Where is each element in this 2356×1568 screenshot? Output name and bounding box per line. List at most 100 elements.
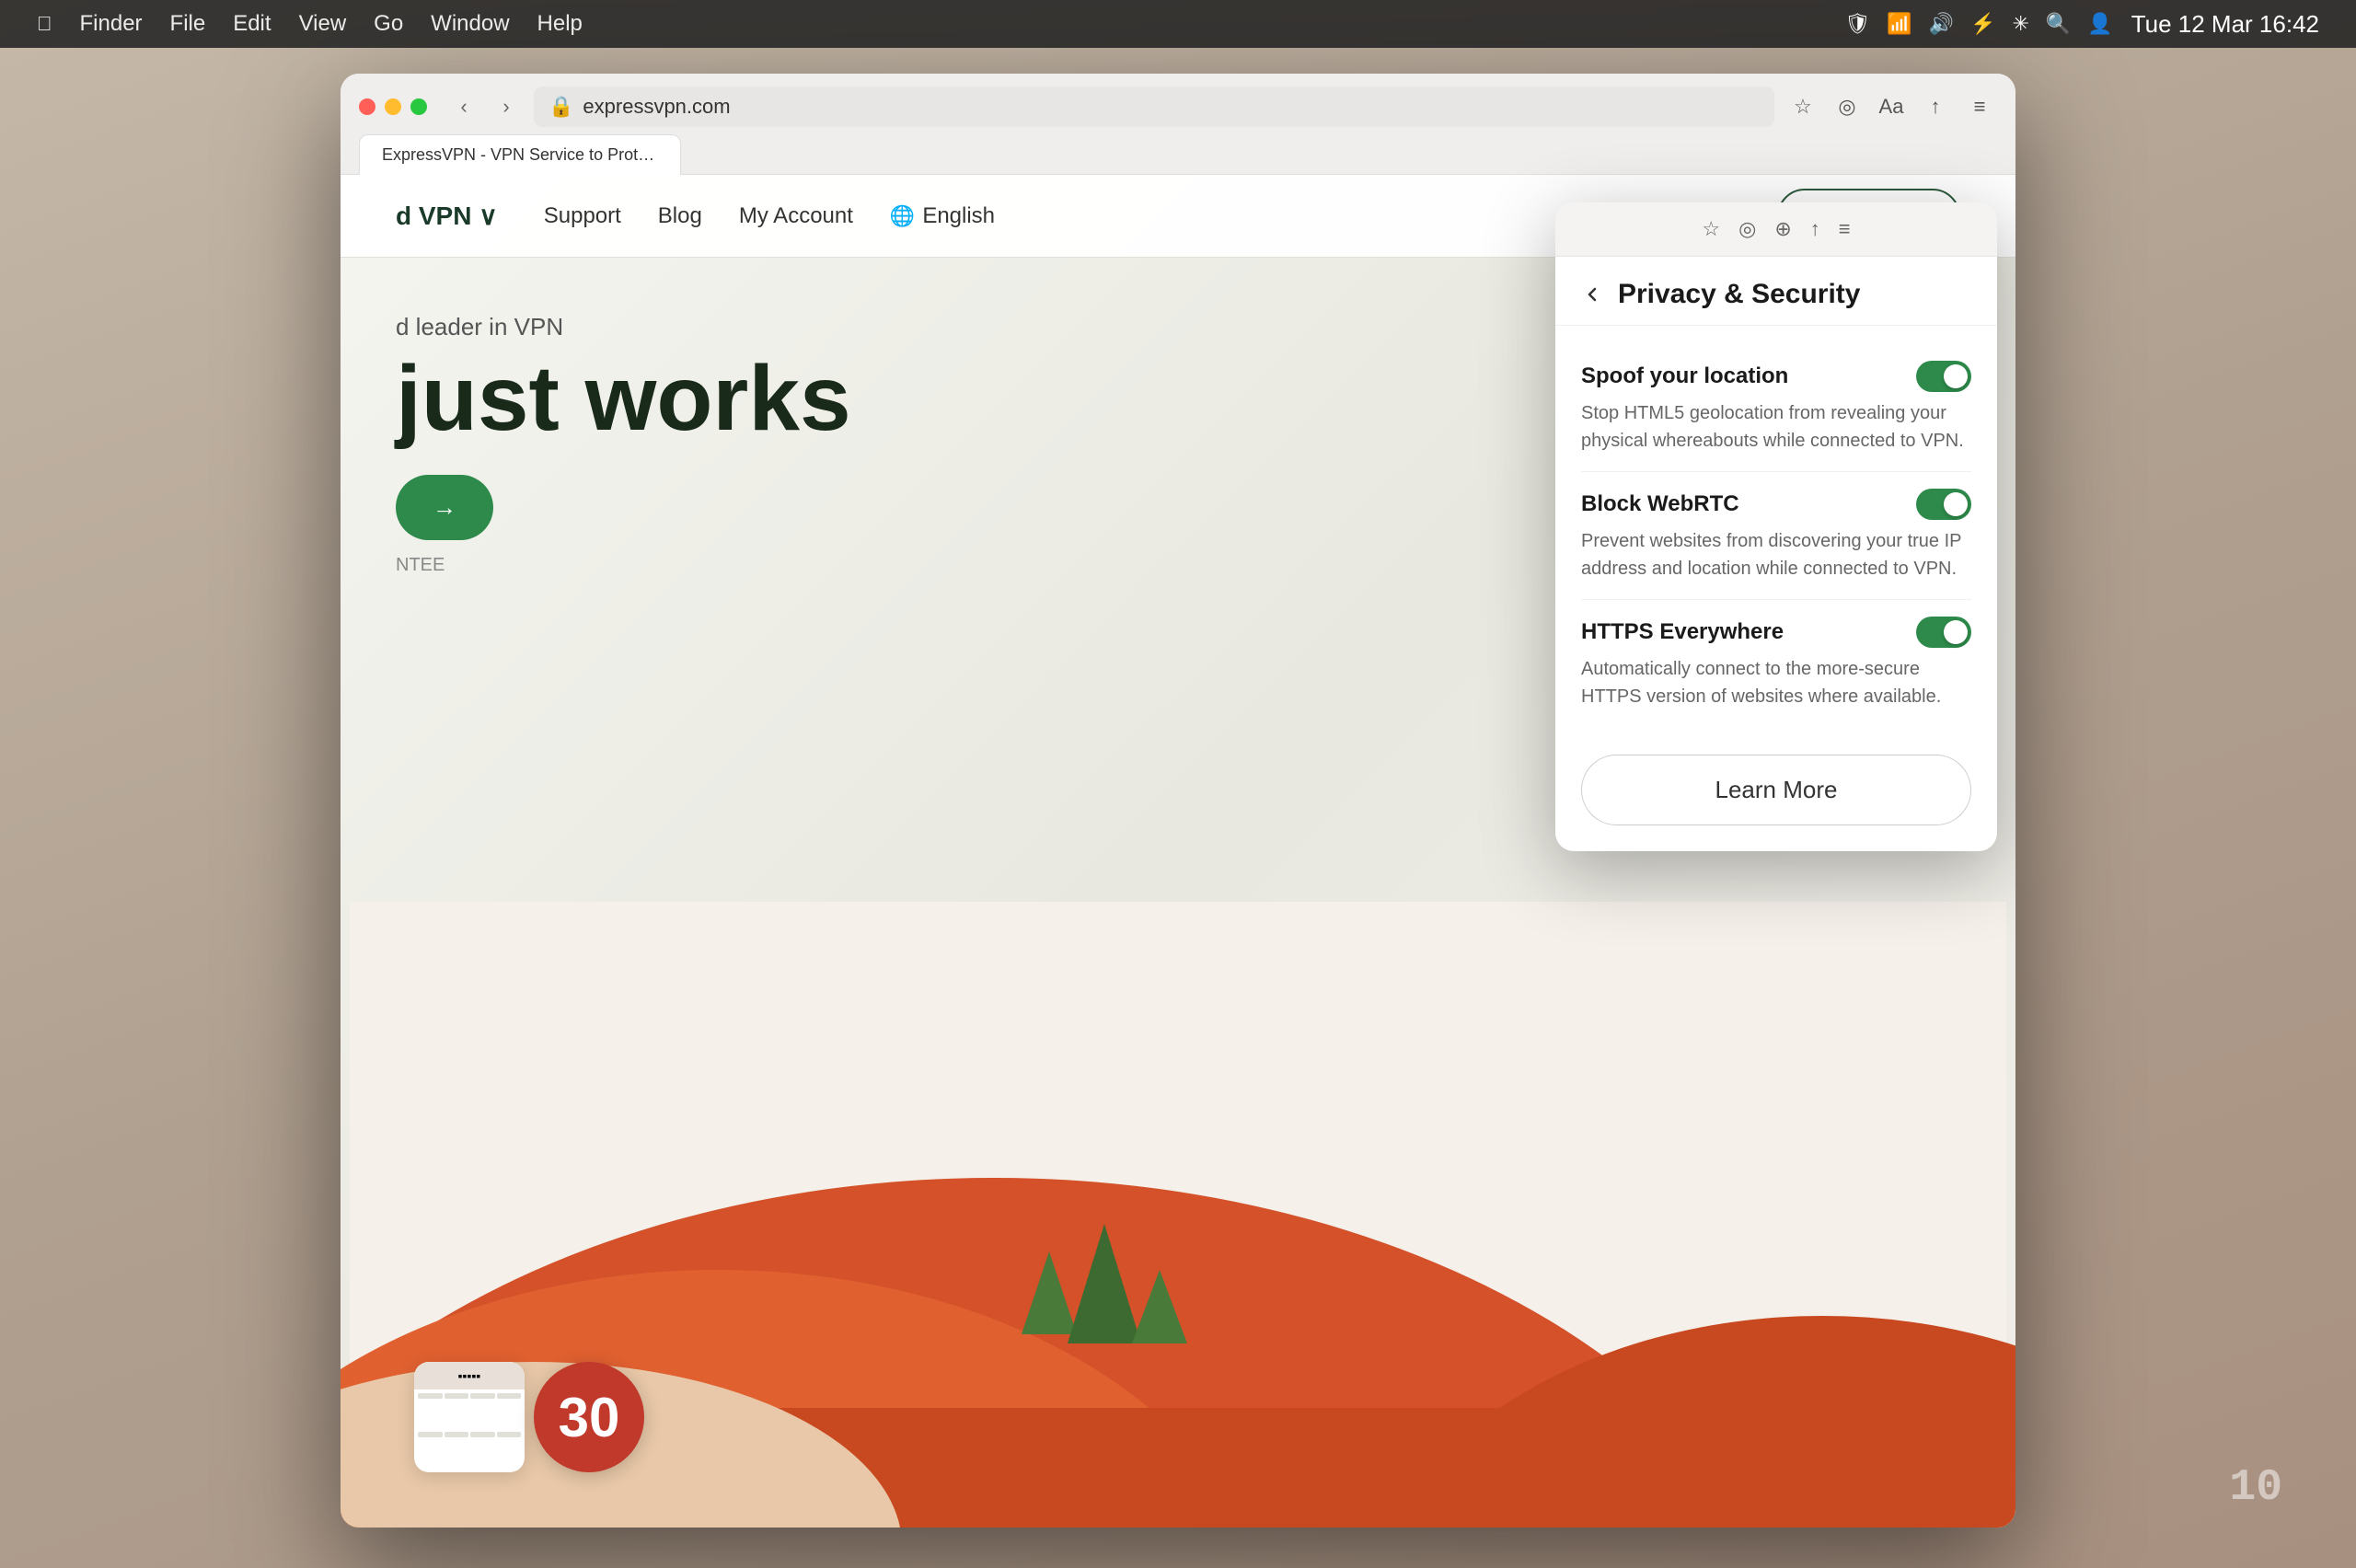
spoof-location-toggle[interactable] (1916, 361, 1971, 392)
menubar-finder[interactable]: Finder (80, 11, 143, 37)
menubar-help[interactable]: Help (537, 11, 583, 37)
block-webrtc-desc: Prevent websites from discovering your t… (1581, 527, 1971, 582)
window-controls (359, 98, 427, 115)
browser-action-icons: ☆ ◎ Aa ↑ ≡ (1785, 89, 1997, 124)
https-everywhere-row: HTTPS Everywhere (1581, 617, 1971, 648)
panel-header: Privacy & Security (1555, 257, 1997, 326)
watermark-text: 10 (2229, 1463, 2282, 1513)
menubar-file[interactable]: File (170, 11, 206, 37)
apple-menu-icon[interactable]:  (37, 12, 52, 36)
menubar-edit[interactable]: Edit (233, 11, 271, 37)
nav-language[interactable]: 🌐 English (890, 203, 995, 229)
address-bar[interactable]: 🔒 expressvpn.com (534, 86, 1774, 127)
panel-browser-bar: ☆ ◎ ⊕ ↑ ≡ (1555, 202, 1997, 257)
vpn-nav-items: Support Blog My Account 🌐 English (544, 203, 995, 229)
panel-pocket-icon[interactable]: ◎ (1738, 217, 1756, 241)
vpn-try-button[interactable]: → (396, 475, 493, 540)
panel-star-icon[interactable]: ☆ (1702, 217, 1720, 241)
browser-toolbar: ‹ › 🔒 expressvpn.com ☆ ◎ Aa ↑ ≡ (341, 74, 2015, 127)
spoof-location-setting: Spoof your location Stop HTML5 geolocati… (1581, 344, 1971, 472)
cal-cell (445, 1393, 469, 1399)
vpn-shield-icon: 🛡 (1844, 12, 1870, 36)
address-lock-icon: 🔒 (549, 95, 573, 119)
battery-icon: ⚡ (1970, 12, 1995, 36)
menubar-go[interactable]: Go (374, 11, 403, 37)
nav-support[interactable]: Support (544, 203, 621, 229)
spoof-location-label: Spoof your location (1581, 363, 1788, 389)
bookmark-button[interactable]: ☆ (1785, 89, 1820, 124)
panel-screenshot-icon[interactable]: ⊕ (1774, 217, 1791, 241)
vpn-calendar: ▪▪▪▪▪ 30 (414, 1362, 644, 1472)
page-content: d VPN ∨ Support Blog My Account 🌐 Englis… (341, 175, 2015, 1528)
menubar-right: 🛡 📶 🔊 ⚡ ✳ 🔍 👤 Tue 12 Mar 16:42 (1844, 10, 2319, 39)
block-webrtc-setting: Block WebRTC Prevent websites from disco… (1581, 472, 1971, 600)
maximize-window-button[interactable] (410, 98, 427, 115)
nav-my-account[interactable]: My Account (739, 203, 853, 229)
browser-window: ‹ › 🔒 expressvpn.com ☆ ◎ Aa ↑ ≡ ExpressV… (341, 74, 2015, 1528)
tabs-row: ExpressVPN - VPN Service to Protect... (341, 127, 2015, 175)
bluetooth-icon: ✳ (2012, 12, 2028, 36)
calendar-icon: ▪▪▪▪▪ (414, 1362, 525, 1472)
cal-cell (418, 1393, 443, 1399)
block-webrtc-label: Block WebRTC (1581, 491, 1739, 517)
https-everywhere-toggle[interactable] (1916, 617, 1971, 648)
menubar-datetime: Tue 12 Mar 16:42 (2131, 10, 2319, 39)
search-icon[interactable]: 🔍 (2046, 12, 2071, 36)
close-window-button[interactable] (359, 98, 375, 115)
panel-back-button[interactable] (1581, 283, 1603, 306)
menubar-window[interactable]: Window (431, 11, 509, 37)
arrow-right-icon: → (433, 493, 456, 522)
cal-cell (497, 1432, 522, 1437)
panel-title: Privacy & Security (1618, 279, 1860, 310)
cal-cell (470, 1432, 495, 1437)
back-arrow-icon (1581, 283, 1603, 306)
browser-forward-button[interactable]: › (490, 90, 523, 123)
browser-back-button[interactable]: ‹ (447, 90, 480, 123)
menubar-view[interactable]: View (299, 11, 347, 37)
reader-button[interactable]: Aa (1874, 89, 1909, 124)
panel-menu-icon[interactable]: ≡ (1839, 217, 1851, 241)
pocket-button[interactable]: ◎ (1830, 89, 1865, 124)
vpn-hero-subtitle: d leader in VPN (396, 313, 851, 341)
panel-dropdown-indicator: ⌄ (1963, 202, 1984, 205)
browser-chrome: ‹ › 🔒 expressvpn.com ☆ ◎ Aa ↑ ≡ ExpressV… (341, 74, 2015, 175)
block-webrtc-toggle[interactable] (1916, 489, 1971, 520)
https-everywhere-desc: Automatically connect to the more-secure… (1581, 655, 1971, 710)
tab-title: ExpressVPN - VPN Service to Protect... (382, 145, 658, 165)
vpn-guarantee-text: NTEE (396, 555, 851, 576)
user-icon[interactable]: 👤 (2087, 12, 2112, 36)
sound-icon: 🔊 (1929, 12, 1954, 36)
cal-cell (497, 1393, 522, 1399)
browser-nav-icons: ‹ › (447, 90, 523, 123)
learn-more-button[interactable]: Learn More (1581, 755, 1971, 825)
browser-tab[interactable]: ExpressVPN - VPN Service to Protect... (359, 134, 681, 175)
spoof-location-desc: Stop HTML5 geolocation from revealing yo… (1581, 399, 1971, 455)
calendar-header: ▪▪▪▪▪ (414, 1362, 525, 1389)
cal-cell (445, 1432, 469, 1437)
nav-blog[interactable]: Blog (658, 203, 702, 229)
calendar-day-badge: 30 (534, 1362, 644, 1472)
address-text[interactable]: expressvpn.com (583, 95, 730, 119)
cal-cell (418, 1432, 443, 1437)
calendar-day-number: 30 (559, 1386, 620, 1449)
menubar-left:  Finder File Edit View Go Window Help (37, 11, 583, 37)
globe-icon: 🌐 (890, 204, 915, 228)
https-everywhere-setting: HTTPS Everywhere Automatically connect t… (1581, 600, 1971, 727)
https-everywhere-label: HTTPS Everywhere (1581, 619, 1784, 645)
share-button[interactable]: ↑ (1918, 89, 1953, 124)
panel-settings: Spoof your location Stop HTML5 geolocati… (1555, 326, 1997, 745)
hamburger-button[interactable]: ≡ (1962, 89, 1997, 124)
privacy-security-panel: ⌄ ☆ ◎ ⊕ ↑ ≡ Privacy & Security (1555, 202, 1997, 851)
block-webrtc-row: Block WebRTC (1581, 489, 1971, 520)
vpn-hero-title: just works (396, 351, 851, 447)
calendar-grid (414, 1389, 525, 1472)
vpn-hero-text: d leader in VPN just works → NTEE (396, 313, 851, 576)
panel-share-icon[interactable]: ↑ (1810, 217, 1820, 241)
watermark: 10 (2229, 1463, 2282, 1513)
menubar:  Finder File Edit View Go Window Help 🛡… (0, 0, 2356, 48)
spoof-location-row: Spoof your location (1581, 361, 1971, 392)
nav-language-label: English (922, 203, 995, 229)
cal-cell (470, 1393, 495, 1399)
minimize-window-button[interactable] (385, 98, 401, 115)
vpn-logo[interactable]: d VPN ∨ (396, 201, 498, 231)
